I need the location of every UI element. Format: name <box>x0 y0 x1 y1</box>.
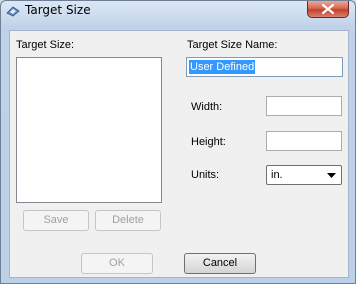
dialog-body: Target Size: Save Delete Target Size Nam… <box>9 30 349 278</box>
width-input[interactable] <box>266 96 342 116</box>
title-bar[interactable]: Target Size <box>1 1 355 23</box>
height-input[interactable] <box>266 131 342 151</box>
delete-button[interactable]: Delete <box>95 210 161 231</box>
target-size-name-label: Target Size Name: <box>187 39 278 51</box>
units-label: Units: <box>191 169 220 181</box>
target-size-dialog: Target Size Target Size: Save Delete Tar… <box>0 0 356 284</box>
ok-button[interactable]: OK <box>81 253 153 274</box>
save-button[interactable]: Save <box>23 210 89 231</box>
target-size-name-input[interactable]: User Defined <box>186 57 343 77</box>
scanner-icon <box>6 4 20 18</box>
units-select[interactable]: in. <box>266 165 342 185</box>
close-button[interactable] <box>307 1 349 18</box>
target-size-list-label: Target Size: <box>16 39 75 51</box>
height-label: Height: <box>191 136 226 148</box>
chevron-down-icon <box>327 173 336 178</box>
target-size-list[interactable] <box>16 57 162 203</box>
close-icon <box>322 4 334 14</box>
units-value: in. <box>271 169 283 181</box>
width-label: Width: <box>191 101 223 113</box>
window-title: Target Size <box>25 3 91 17</box>
cancel-button[interactable]: Cancel <box>184 253 256 274</box>
target-size-name-value: User Defined <box>189 60 256 74</box>
